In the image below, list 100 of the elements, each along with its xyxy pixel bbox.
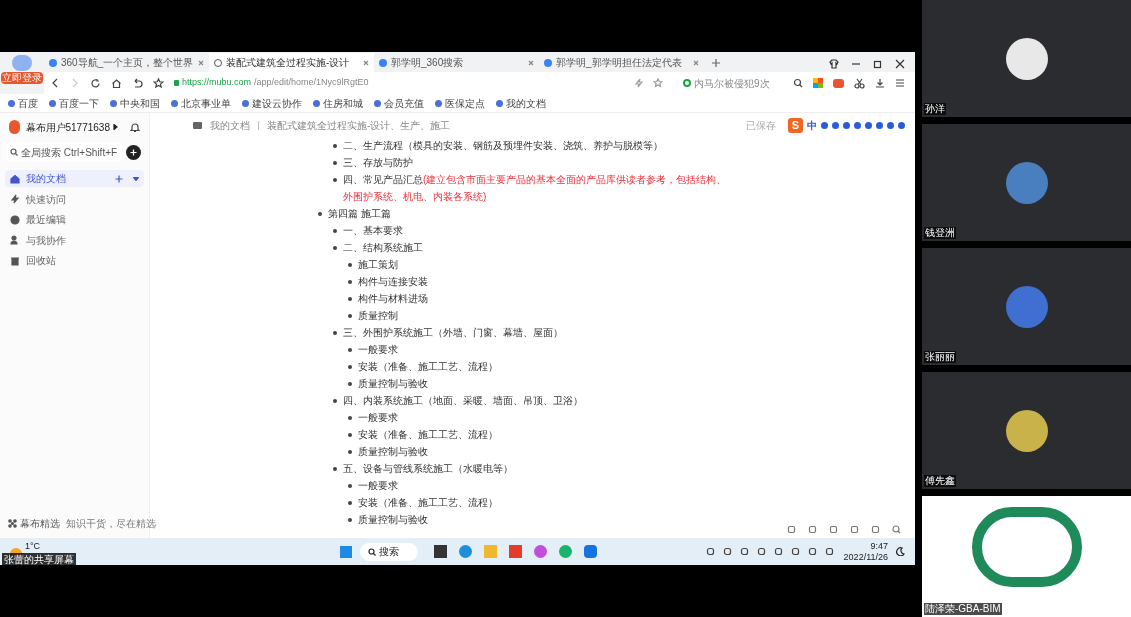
bullet-icon [348, 381, 352, 386]
bookmark[interactable]: 住房和城 [313, 95, 363, 111]
outline-item-text[interactable]: 施工策划 [358, 256, 398, 273]
outline-item-text[interactable]: 一般要求 [358, 477, 398, 494]
browser-logo-icon [12, 55, 32, 71]
browser-tab[interactable]: 360导航_一个主页，整个世界 [44, 53, 209, 72]
taskbar-search[interactable]: 搜索 [360, 542, 419, 561]
reload-icon[interactable] [90, 77, 101, 89]
search-icon[interactable] [892, 525, 901, 534]
star-icon[interactable] [153, 77, 164, 89]
app-icon[interactable] [434, 545, 448, 558]
outline-item-text[interactable]: 四、常见产品汇总(建立包含市面主要产品的基本全面的产品库供读者参考，包括结构、外围护系统、机电、内装各系统) [343, 171, 735, 205]
add-button-icon[interactable] [126, 144, 141, 160]
close-icon[interactable] [895, 59, 905, 69]
bullet-icon [333, 160, 337, 165]
outline-item-text[interactable]: 五、设备与管线系统施工（水暖电等） [343, 460, 513, 477]
address-field[interactable]: https://mubu.com /app/edit/home/1Nyc9lRgtE0 [174, 76, 624, 90]
outline-item-text[interactable]: 安装（准备、施工工艺、流程） [358, 426, 498, 443]
bookmark[interactable]: 北京事业单 [171, 95, 231, 111]
caret-down-icon[interactable] [133, 176, 139, 181]
bookmark[interactable]: 建设云协作 [242, 95, 302, 111]
lightning-icon[interactable] [634, 78, 643, 88]
lightning-icon [10, 194, 20, 204]
folder-icon [193, 121, 202, 129]
download-icon[interactable] [875, 78, 885, 88]
bookmark[interactable]: 我的文档 [496, 95, 546, 111]
search-icon[interactable] [793, 78, 803, 88]
moon-icon[interactable] [896, 547, 905, 556]
home-icon[interactable] [111, 77, 122, 89]
outline-item-text[interactable]: 四、内装系统施工（地面、采暖、墙面、吊顶、卫浴） [343, 392, 583, 409]
outline-item-text[interactable]: 质量控制与验收 [358, 443, 428, 460]
search-suggestion[interactable]: 内马尔被侵犯9次 [694, 75, 770, 91]
start-grid-icon[interactable] [340, 545, 353, 558]
bell-icon[interactable] [130, 122, 140, 132]
bookmark[interactable]: 百度一下 [49, 95, 99, 111]
search-icon [368, 547, 377, 556]
participant-name: 孙洋 [924, 103, 946, 115]
sidebar-item[interactable]: 快速访问 [5, 190, 144, 208]
outline-item-text[interactable]: 安装（准备、施工工艺、流程） [358, 494, 498, 511]
caret-icon[interactable] [113, 124, 118, 130]
sidebar-item[interactable]: 回收站 [5, 252, 144, 269]
screen-share-label: 张蕾的共享屏幕 [2, 553, 76, 566]
tab-favicon-icon [379, 58, 387, 67]
outline-item-text[interactable]: 构件与连接安装 [358, 273, 428, 290]
undo-icon[interactable] [132, 77, 143, 89]
bullet-icon [348, 296, 352, 301]
menu-icon[interactable] [895, 78, 905, 88]
outline-item-text[interactable]: 二、结构系统施工 [343, 239, 423, 256]
breadcrumb-current: 装配式建筑全过程实施-设计、生产、施工 [267, 118, 452, 133]
tab-favicon-icon [49, 58, 57, 67]
star-icon[interactable] [653, 78, 663, 88]
participant-name: 傅先鑫 [924, 475, 956, 487]
outline-item-text[interactable]: 三、存放与防护 [343, 154, 413, 171]
bullet-icon [348, 313, 352, 318]
outline-item-text[interactable]: 二、生产流程（模具的安装、钢筋及预埋件安装、浇筑、养护与脱模等） [343, 137, 663, 154]
tab-favicon-icon [544, 58, 552, 67]
outline-item-text[interactable]: 一、基本要求 [343, 222, 403, 239]
save-status: 已保存 [746, 118, 776, 133]
shirt-icon[interactable] [829, 59, 839, 69]
restore-icon[interactable] [873, 59, 883, 69]
browser-tab[interactable]: 郭学明_360搜索 [374, 53, 539, 72]
browser-tab[interactable]: 郭学明_郭学明担任法定代表 [539, 53, 704, 72]
bullet-icon [348, 262, 352, 267]
new-tab-icon[interactable] [710, 57, 722, 69]
temperature: 1°C [25, 540, 41, 553]
bullet-icon [348, 500, 352, 505]
outline-item-text[interactable]: 质量控制与验收 [358, 511, 428, 528]
plus-icon[interactable] [115, 174, 123, 183]
outline-item-text[interactable]: 安装（准备、施工工艺、流程） [358, 358, 498, 375]
bullet-icon [333, 398, 337, 403]
outline-item-text[interactable]: 一般要求 [358, 341, 398, 358]
bullet-icon [333, 466, 337, 471]
bookmark[interactable]: 中央和国 [110, 95, 160, 111]
search-icon [10, 148, 18, 156]
outline-item-text[interactable]: 质量控制 [358, 307, 398, 324]
sidebar-item[interactable]: 我的文档 [5, 170, 144, 187]
outline-item-text[interactable]: 构件与材料进场 [358, 290, 428, 307]
clock-time[interactable]: 9:47 [870, 540, 888, 552]
outline-item-text[interactable]: 质量控制与验收 [358, 375, 428, 392]
sidebar-item[interactable]: 与我协作 [5, 231, 144, 249]
bookmark[interactable]: 医保定点 [435, 95, 485, 111]
back-icon[interactable] [50, 78, 60, 88]
outline-item-text[interactable]: 一般要求 [358, 409, 398, 426]
outline-item-text[interactable]: 第四篇 施工篇 [328, 205, 391, 222]
footer-title[interactable]: 幕布精选 [20, 515, 60, 531]
user-name[interactable]: 幕布用户51771638 [25, 119, 110, 135]
scissors-icon[interactable] [854, 77, 865, 89]
ime-toolbar[interactable]: S 中 [788, 117, 905, 133]
search-field[interactable]: 全局搜索 Ctrl+Shift+F [6, 142, 122, 162]
bullet-icon [348, 517, 352, 522]
clock-date[interactable]: 2022/11/26 [843, 551, 888, 563]
breadcrumb-link[interactable]: 我的文档 [210, 117, 250, 133]
bookmark[interactable]: 百度 [8, 95, 38, 111]
sidebar-item[interactable]: 最近编辑 [5, 211, 144, 228]
browser-tab[interactable]: 装配式建筑全过程实施-设计 [209, 53, 374, 72]
user-avatar-icon [9, 120, 20, 134]
login-badge[interactable]: 立即登录 [1, 72, 43, 84]
participant-name: 张丽丽 [924, 351, 956, 363]
outline-item-text[interactable]: 三、外围护系统施工（外墙、门窗、幕墙、屋面） [343, 324, 563, 341]
bookmark[interactable]: 会员充值 [374, 95, 424, 111]
